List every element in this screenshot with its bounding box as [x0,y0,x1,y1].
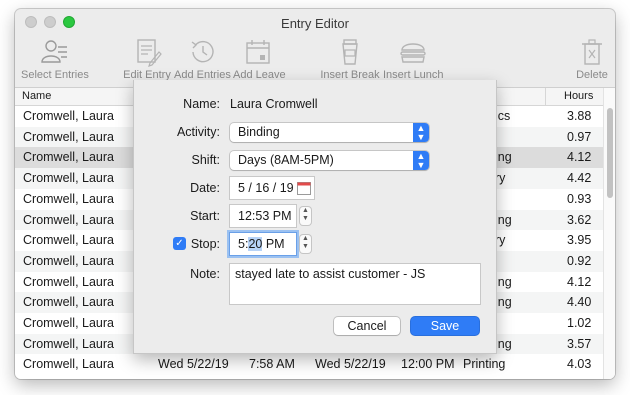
activity-select[interactable]: Binding ▲ ▼ [230,123,429,142]
row-activity: ics [495,109,511,123]
titlebar: Entry Editor [15,9,615,37]
updown-chevron-icon: ▲ ▼ [413,123,429,142]
row-name: Cromwell, Laura [23,336,115,351]
row-start-time: 7:58 AM [249,357,295,372]
row-name: Cromwell, Laura [23,316,115,330]
activity-label: Activity: [176,125,220,139]
row-name: Cromwell, Laura [23,357,115,372]
delete-button[interactable]: Delete [575,37,609,87]
stop-time-field[interactable]: 5:20 PM [230,233,296,255]
row-hours: 4.42 [567,171,592,186]
name-label: Name: [183,97,220,111]
stop-label: Stop: [190,237,220,251]
add-leave-icon [246,40,270,64]
row-activity: Printing [463,357,506,372]
select-entries-icon [41,40,67,63]
activity-selected-value: Binding [238,125,280,139]
add-entries-icon [191,40,214,63]
row-hours: 3.62 [567,212,592,227]
edit-entry-sheet: Name: Laura Cromwell Activity: Binding ▲… [133,80,497,354]
date-label: Date: [190,181,220,195]
row-end-date: Wed 5/22/19 [315,357,386,372]
row-name: Cromwell, Laura [23,150,115,165]
row-hours: 4.40 [567,295,592,310]
calendar-icon[interactable] [297,181,311,195]
row-name: Cromwell, Laura [23,295,115,310]
row-name: Cromwell, Laura [23,253,115,268]
entry-editor-window: Entry Editor Select Entries Edit Entry A… [15,9,615,379]
row-name: Cromwell, Laura [23,191,115,206]
row-hours: 4.12 [567,150,592,165]
row-hours: 3.57 [567,336,592,351]
stop-checkbox[interactable]: ✓ [173,237,186,250]
row-activity: ing [495,274,512,289]
coffee-cup-icon [342,39,358,65]
row-name: Cromwell, Laura [23,233,115,248]
row-hours: 1.02 [567,316,592,330]
row-name: Cromwell, Laura [23,109,115,123]
start-time-value: 12:53 PM [238,209,292,223]
row-hours: 0.97 [567,129,592,144]
shift-select[interactable]: Days (8AM-5PM) ▲ ▼ [230,151,429,170]
shift-selected-value: Days (8AM-5PM) [238,153,334,167]
start-time-field[interactable]: 12:53 PM [230,205,296,227]
row-hours: 3.88 [567,109,592,123]
scrollbar-thumb[interactable] [607,108,613,198]
date-value: 5 / 16 / 19 [238,181,294,195]
save-button[interactable]: Save [411,317,479,335]
table-row[interactable]: Cromwell, Laura Wed 5/22/19 7:58 AM Wed … [15,354,603,375]
window-title: Entry Editor [281,16,349,31]
start-label: Start: [190,209,220,223]
stop-time-value: 5:20 PM [238,237,285,251]
shift-label: Shift: [191,153,221,167]
row-end-time: 12:00 PM [401,357,455,372]
row-name: Cromwell, Laura [23,171,115,186]
row-hours: 3.95 [567,233,592,248]
delete-label: Delete [576,69,608,81]
row-name: Cromwell, Laura [23,212,115,227]
burger-icon [400,43,426,63]
row-activity: ing [495,336,512,351]
name-value: Laura Cromwell [230,97,318,111]
stop-ampm: PM [265,237,285,251]
select-entries-button[interactable]: Select Entries [21,37,89,87]
start-time-stepper[interactable]: ▲ ▼ [300,207,311,225]
zoom-window-button[interactable] [63,16,75,28]
note-value: stayed late to assist customer - JS [235,267,426,281]
row-hours: 4.12 [567,274,592,289]
column-header-hours[interactable]: Hours [545,88,601,105]
stop-hour: 5 [238,237,245,251]
row-hours: 4.03 [567,357,592,372]
row-name: Cromwell, Laura [23,129,115,144]
note-textarea[interactable]: stayed late to assist customer - JS [230,264,480,304]
row-activity: ing [495,150,512,165]
close-window-button[interactable] [25,16,37,28]
select-entries-label: Select Entries [21,69,89,81]
trash-icon [582,39,602,65]
date-field[interactable]: 5 / 16 / 19 [230,177,314,199]
minimize-window-button[interactable] [44,16,56,28]
note-label: Note: [190,267,220,281]
row-hours: 0.93 [567,191,592,206]
row-activity: ing [495,295,512,310]
row-activity: ing [495,212,512,227]
row-hours: 0.92 [567,253,592,268]
row-start-date: Wed 5/22/19 [158,357,229,372]
table-scrollbar[interactable] [603,88,615,379]
column-header-name[interactable]: Name [22,90,51,102]
edit-entry-icon [137,39,162,67]
updown-chevron-icon: ▲ ▼ [413,151,429,170]
stop-minute-highlighted[interactable]: 20 [248,237,263,251]
stop-time-stepper[interactable]: ▲ ▼ [300,235,311,253]
row-name: Cromwell, Laura [23,274,115,289]
cancel-button[interactable]: Cancel [334,317,400,335]
